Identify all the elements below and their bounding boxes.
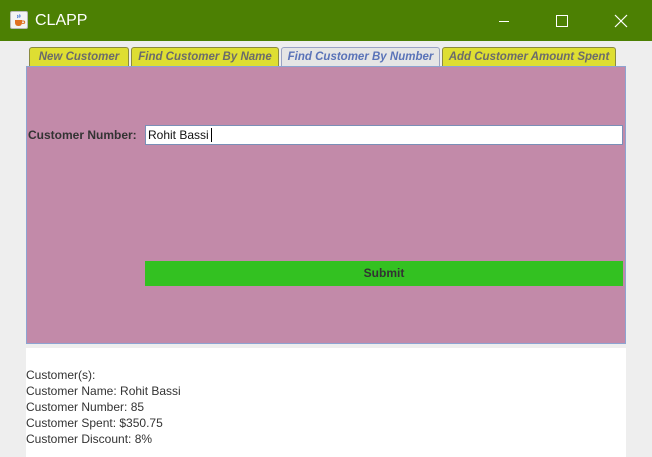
result-line: Customer Number: 85 — [26, 400, 145, 414]
result-line: Customer(s): — [26, 368, 96, 382]
java-coffee-icon[interactable] — [10, 11, 28, 29]
minimize-icon — [499, 20, 509, 22]
tab-find-customer-by-name[interactable]: Find Customer By Name — [131, 47, 279, 66]
customer-number-input[interactable] — [145, 125, 623, 145]
maximize-icon — [556, 14, 568, 27]
submit-button[interactable]: Submit — [145, 261, 623, 286]
results-output: Customer(s): Customer Name: Rohit Bassi … — [26, 348, 626, 457]
find-by-number-panel: Customer Number: Submit — [26, 66, 626, 344]
close-icon — [614, 14, 628, 27]
customer-number-label: Customer Number: — [28, 128, 137, 142]
minimize-button[interactable] — [475, 0, 533, 41]
maximize-button[interactable] — [533, 0, 591, 41]
tab-find-customer-by-number[interactable]: Find Customer By Number — [281, 47, 440, 67]
close-button[interactable] — [592, 0, 650, 41]
title-bar: CLAPP — [0, 0, 652, 41]
result-line: Customer Spent: $350.75 — [26, 416, 163, 430]
result-line: Customer Discount: 8% — [26, 432, 153, 446]
tab-add-customer-amount-spent[interactable]: Add Customer Amount Spent — [442, 47, 616, 66]
result-line: Customer Name: Rohit Bassi — [26, 384, 181, 398]
tab-new-customer[interactable]: New Customer — [29, 47, 129, 66]
text-caret — [211, 128, 212, 142]
window-title: CLAPP — [35, 12, 88, 29]
